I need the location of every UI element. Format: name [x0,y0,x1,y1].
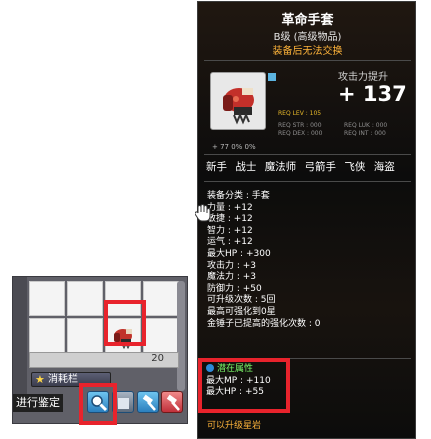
inventory-slot[interactable] [67,318,103,353]
stat-row: 可升级次数 : 5回 [207,295,276,306]
item-title: 革命手套 [281,13,334,28]
appraise-tooltip: 进行鉴定 [13,394,63,412]
inventory-window: 20 ★ 消耗栏 进行鉴定 [12,276,188,424]
tab-consume[interactable]: ★ 消耗栏 [31,372,111,387]
job-list: 新手 战士 魔法师 弓箭手 飞侠 海盗 [206,159,411,174]
magnifier-button[interactable] [87,391,109,413]
tab-consume-label: 消耗栏 [48,374,78,385]
quantity-text: 20 [151,353,164,364]
star-icon: ★ [35,373,45,386]
inventory-slot[interactable] [67,281,103,316]
glove-icon [223,88,254,125]
stat-row: 最大HP : +300 [207,248,271,259]
req-str: REQ STR : 000 [278,122,322,129]
potential-line: 最大MP : +110 [206,375,271,386]
job-archer: 弓箭手 [304,161,337,173]
hammer-button[interactable] [137,391,159,413]
inventory-slot-glove[interactable] [105,318,141,353]
disassemble-button[interactable] [112,391,134,413]
req-int: REQ INT : 000 [344,130,386,137]
inventory-slot[interactable] [29,318,65,353]
divider [204,60,411,61]
req-luk: REQ LUK : 000 [344,122,388,129]
mini-stats: + 77 0% 0% [212,143,256,151]
stat-row: 运气 : +12 [207,237,253,248]
inventory-slot[interactable] [143,281,179,316]
job-thief: 飞侠 [344,161,366,173]
inventory-slot[interactable] [143,318,179,353]
magnifier-icon [91,395,108,412]
inventory-slot[interactable] [105,281,141,316]
stat-row: 防御力 : +50 [207,283,262,294]
stat-row: 攻击力 : +3 [207,260,257,271]
divider [204,154,411,155]
stat-row: 力量 : +12 [207,202,253,213]
inventory-side-strip [13,277,27,397]
inventory-button-row: 进行鉴定 [13,388,187,418]
job-pirate: 海盗 [373,161,395,173]
stat-row: 金锤子已提高的强化次数 : 0 [207,318,321,329]
hammer-icon [142,394,156,411]
stat-row: 最高可强化到0星 [207,306,276,317]
item-grade: B级 (高级物品) [273,32,342,43]
req-dex: REQ DEX : 000 [278,130,323,137]
stat-row: 智力 : +12 [207,225,253,236]
attack-increase-label: 攻击力提升 [338,72,388,83]
job-warrior: 战士 [235,161,257,173]
stat-row: 魔法力 : +3 [207,272,257,283]
hand-cursor-icon [195,204,211,222]
inventory-slot[interactable] [29,281,65,316]
puzzle-icon [118,398,129,409]
item-icon-box [210,72,266,130]
red-hammer-button[interactable] [161,391,183,413]
req-level: REQ LEV : 105 [278,110,322,117]
upgrade-hint: 可以升级星岩 [207,421,262,431]
inventory-scrollbar[interactable] [177,281,185,391]
trade-notice: 装备后无法交换 [272,46,343,57]
job-beginner: 新手 [206,161,227,173]
potential-header: 潜在属性 [206,364,271,376]
item-tooltip: 革命手套 B级 (高级物品) 装备后无法交换 攻击力提升 + 137 REQ L… [197,1,416,439]
inventory-meso-bar: 20 [29,352,179,368]
job-magician: 魔法师 [264,161,297,173]
stat-row: 装备分类 : 手套 [207,191,270,201]
attack-increase-value: + 137 [338,82,407,106]
potential-line: 最大HP : +55 [206,387,264,397]
divider [204,181,411,182]
hammer-icon [166,394,180,411]
potential-section: 潜在属性 最大MP : +110 最大HP : +55 [206,364,271,399]
grade-marker [268,73,276,81]
glove-item-icon [114,329,132,350]
stat-row: 敏捷 : +12 [207,214,253,225]
potential-icon [206,364,214,372]
potential-title: 潜在属性 [217,364,254,374]
divider [204,358,411,359]
stat-list: 装备分类 : 手套 力量 : +12 敏捷 : +12 智力 : +12 运气 … [207,191,320,330]
